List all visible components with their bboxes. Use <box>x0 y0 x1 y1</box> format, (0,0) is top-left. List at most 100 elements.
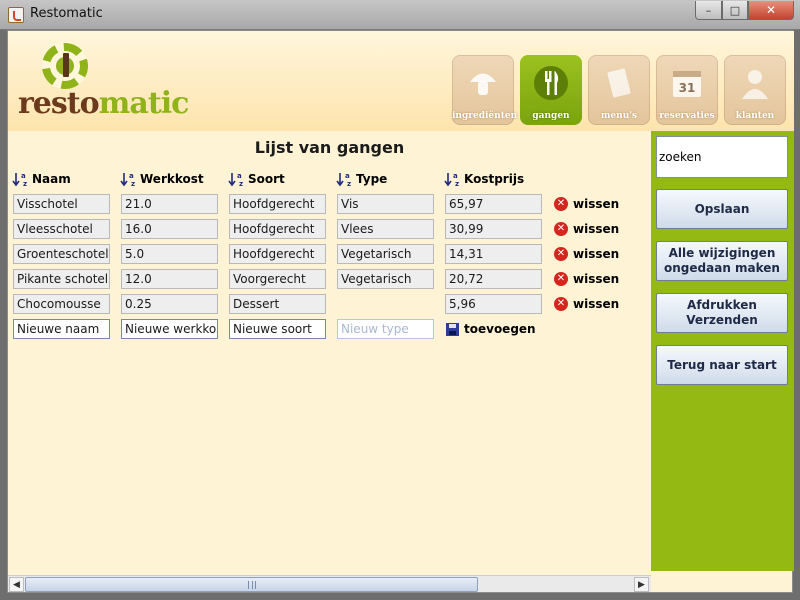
svg-text:a: a <box>129 172 134 180</box>
nav-tab-klanten[interactable]: klanten <box>724 55 786 125</box>
save-button[interactable]: Opslaan <box>656 189 788 229</box>
column-label: Type <box>356 172 388 186</box>
kostprijs-field: 20,72 <box>445 269 542 289</box>
soort-field[interactable]: Dessert <box>229 294 326 314</box>
sort-az-icon: az <box>444 171 462 188</box>
nav-label: menu's <box>600 111 638 121</box>
svg-text:a: a <box>21 172 26 180</box>
add-button[interactable]: toevoegen <box>446 322 536 336</box>
werkkost-field[interactable]: 5.0 <box>121 244 218 264</box>
naam-field[interactable]: Chocomousse <box>13 294 110 314</box>
window-title: Restomatic <box>30 6 103 21</box>
svg-text:z: z <box>23 180 27 187</box>
soort-field[interactable]: Hoofdgerecht <box>229 219 326 239</box>
naam-field[interactable]: Vleesschotel <box>13 219 110 239</box>
delete-icon: ✕ <box>554 247 568 261</box>
type-field[interactable]: Vegetarisch <box>337 269 434 289</box>
scroll-right-icon[interactable]: ▶ <box>634 577 649 592</box>
svg-text:z: z <box>455 180 459 187</box>
naam-field[interactable]: Visschotel <box>13 194 110 214</box>
app-frame: restomatic ingrediënten gangen menu's 31… <box>7 30 794 593</box>
delete-label: wissen <box>573 247 620 261</box>
type-field[interactable]: Vegetarisch <box>337 244 434 264</box>
logo-wordmark: restomatic <box>18 86 190 121</box>
delete-icon: ✕ <box>554 197 568 211</box>
column-header-soort[interactable]: az Soort <box>228 171 285 188</box>
nav-label: reservaties <box>659 111 715 121</box>
new-type-input[interactable]: Nieuw type <box>337 319 434 339</box>
delete-label: wissen <box>573 222 620 236</box>
delete-button[interactable]: ✕ wissen <box>554 272 619 286</box>
column-header-naam[interactable]: az Naam <box>12 171 71 188</box>
window-titlebar[interactable]: Restomatic – □ ✕ <box>0 0 800 30</box>
maximize-button[interactable]: □ <box>722 1 748 20</box>
nav-tab-gangen[interactable]: gangen <box>520 55 582 125</box>
type-field[interactable]: Vis <box>337 194 434 214</box>
werkkost-field[interactable]: 12.0 <box>121 269 218 289</box>
undo-all-button[interactable]: Alle wijzigingen ongedaan maken <box>656 241 788 281</box>
print-send-button[interactable]: Afdrukken Verzenden <box>656 293 788 333</box>
add-label: toevoegen <box>464 322 536 336</box>
column-header-werkkost[interactable]: az Werkkost <box>120 171 204 188</box>
main-nav: ingrediënten gangen menu's 31 reservatie… <box>452 55 792 127</box>
naam-field[interactable]: Pikante schotel <box>13 269 110 289</box>
svg-text:z: z <box>347 180 351 187</box>
type-field[interactable]: Vlees <box>337 219 434 239</box>
column-header-kostprijs[interactable]: az Kostprijs <box>444 171 524 188</box>
new-naam-input[interactable]: Nieuwe naam <box>13 319 110 339</box>
search-input[interactable]: zoeken <box>656 136 788 178</box>
calendar-icon: 31 <box>669 65 705 101</box>
new-soort-input[interactable]: Nieuwe soort <box>229 319 326 339</box>
werkkost-field[interactable]: 21.0 <box>121 194 218 214</box>
delete-label: wissen <box>573 197 620 211</box>
page-title: Lijst van gangen <box>254 138 405 157</box>
delete-button[interactable]: ✕ wissen <box>554 297 619 311</box>
person-icon <box>737 65 773 101</box>
delete-button[interactable]: ✕ wissen <box>554 197 619 211</box>
sort-az-icon: az <box>120 171 138 188</box>
nav-label: gangen <box>532 111 570 121</box>
soort-field[interactable]: Voorgerecht <box>229 269 326 289</box>
sort-az-icon: az <box>12 171 30 188</box>
delete-label: wissen <box>573 272 620 286</box>
grip-icon <box>248 581 256 589</box>
nav-tab-menus[interactable]: menu's <box>588 55 650 125</box>
fork-logo-icon <box>63 53 69 77</box>
close-button[interactable]: ✕ <box>748 1 794 20</box>
kostprijs-field: 30,99 <box>445 219 542 239</box>
column-label: Werkkost <box>140 172 204 186</box>
kostprijs-field: 65,97 <box>445 194 542 214</box>
scroll-thumb[interactable] <box>25 577 478 592</box>
new-werkkost-input[interactable]: Nieuwe werkkost <box>121 319 218 339</box>
naam-field[interactable]: Groenteschotel <box>13 244 110 264</box>
werkkost-field[interactable]: 16.0 <box>121 219 218 239</box>
column-header-type[interactable]: az Type <box>336 171 388 188</box>
nav-tab-reservaties[interactable]: 31 reservaties <box>656 55 718 125</box>
delete-button[interactable]: ✕ wissen <box>554 222 619 236</box>
header: restomatic ingrediënten gangen menu's 31… <box>8 31 794 131</box>
scroll-left-icon[interactable]: ◀ <box>9 577 24 592</box>
column-label: Naam <box>32 172 71 186</box>
fork-icon <box>533 65 569 101</box>
delete-label: wissen <box>573 297 620 311</box>
window-controls: – □ ✕ <box>695 1 794 20</box>
svg-text:a: a <box>453 172 458 180</box>
werkkost-field[interactable]: 0.25 <box>121 294 218 314</box>
horizontal-scrollbar[interactable]: ◀ ▶ <box>8 575 651 592</box>
nav-label: klanten <box>735 111 775 121</box>
menu-book-icon <box>601 65 637 101</box>
delete-button[interactable]: ✕ wissen <box>554 247 619 261</box>
java-app-icon <box>8 7 24 23</box>
soort-field[interactable]: Hoofdgerecht <box>229 244 326 264</box>
nav-tab-ingredienten[interactable]: ingrediënten <box>452 55 517 125</box>
sidebar: zoeken Opslaan Alle wijzigingen ongedaan… <box>651 131 794 571</box>
sort-az-icon: az <box>336 171 354 188</box>
delete-icon: ✕ <box>554 272 568 286</box>
logo-part-2: matic <box>98 86 190 121</box>
minimize-button[interactable]: – <box>695 1 722 20</box>
svg-text:a: a <box>237 172 242 180</box>
delete-icon: ✕ <box>554 222 568 236</box>
svg-text:a: a <box>345 172 350 180</box>
back-to-start-button[interactable]: Terug naar start <box>656 345 788 385</box>
soort-field[interactable]: Hoofdgerecht <box>229 194 326 214</box>
